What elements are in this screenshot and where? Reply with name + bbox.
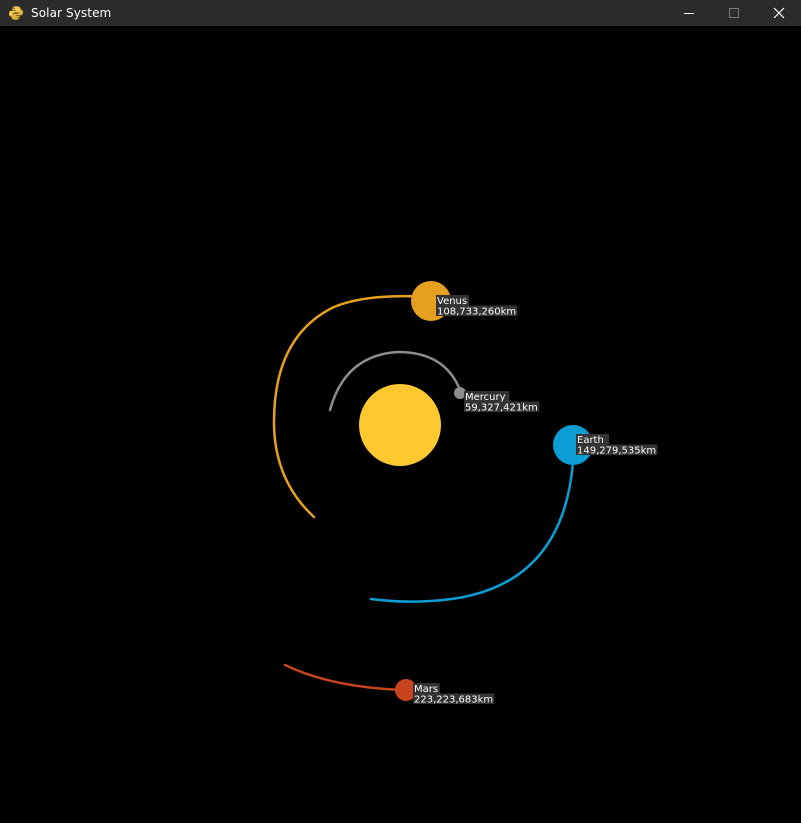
minimize-icon — [683, 13, 694, 14]
close-icon — [773, 7, 784, 19]
python-icon — [8, 5, 24, 21]
title-bar[interactable]: Solar System — [0, 0, 801, 26]
sun — [359, 384, 441, 466]
earth-distance-label: 149,279,535km — [577, 446, 656, 457]
mercury-distance-label: 59,327,421km — [465, 403, 538, 414]
solar-system-canvas[interactable]: Mercury59,327,421km Venus108,733,260km Ear… — [0, 26, 801, 823]
window-title: Solar System — [31, 6, 112, 20]
maximize-icon — [728, 8, 739, 18]
close-button[interactable] — [756, 0, 801, 26]
maximize-button[interactable] — [711, 0, 756, 26]
venus-distance-label: 108,733,260km — [437, 307, 516, 318]
minimize-button[interactable] — [666, 0, 711, 26]
earth-name-label: Earth — [577, 435, 604, 446]
venus-name-label: Venus — [437, 296, 467, 307]
mars-name-label: Mars — [414, 684, 438, 695]
mercury-name-label: Mercury — [465, 392, 506, 403]
window-controls — [666, 0, 801, 26]
mars-distance-label: 223,223,683km — [414, 695, 493, 706]
